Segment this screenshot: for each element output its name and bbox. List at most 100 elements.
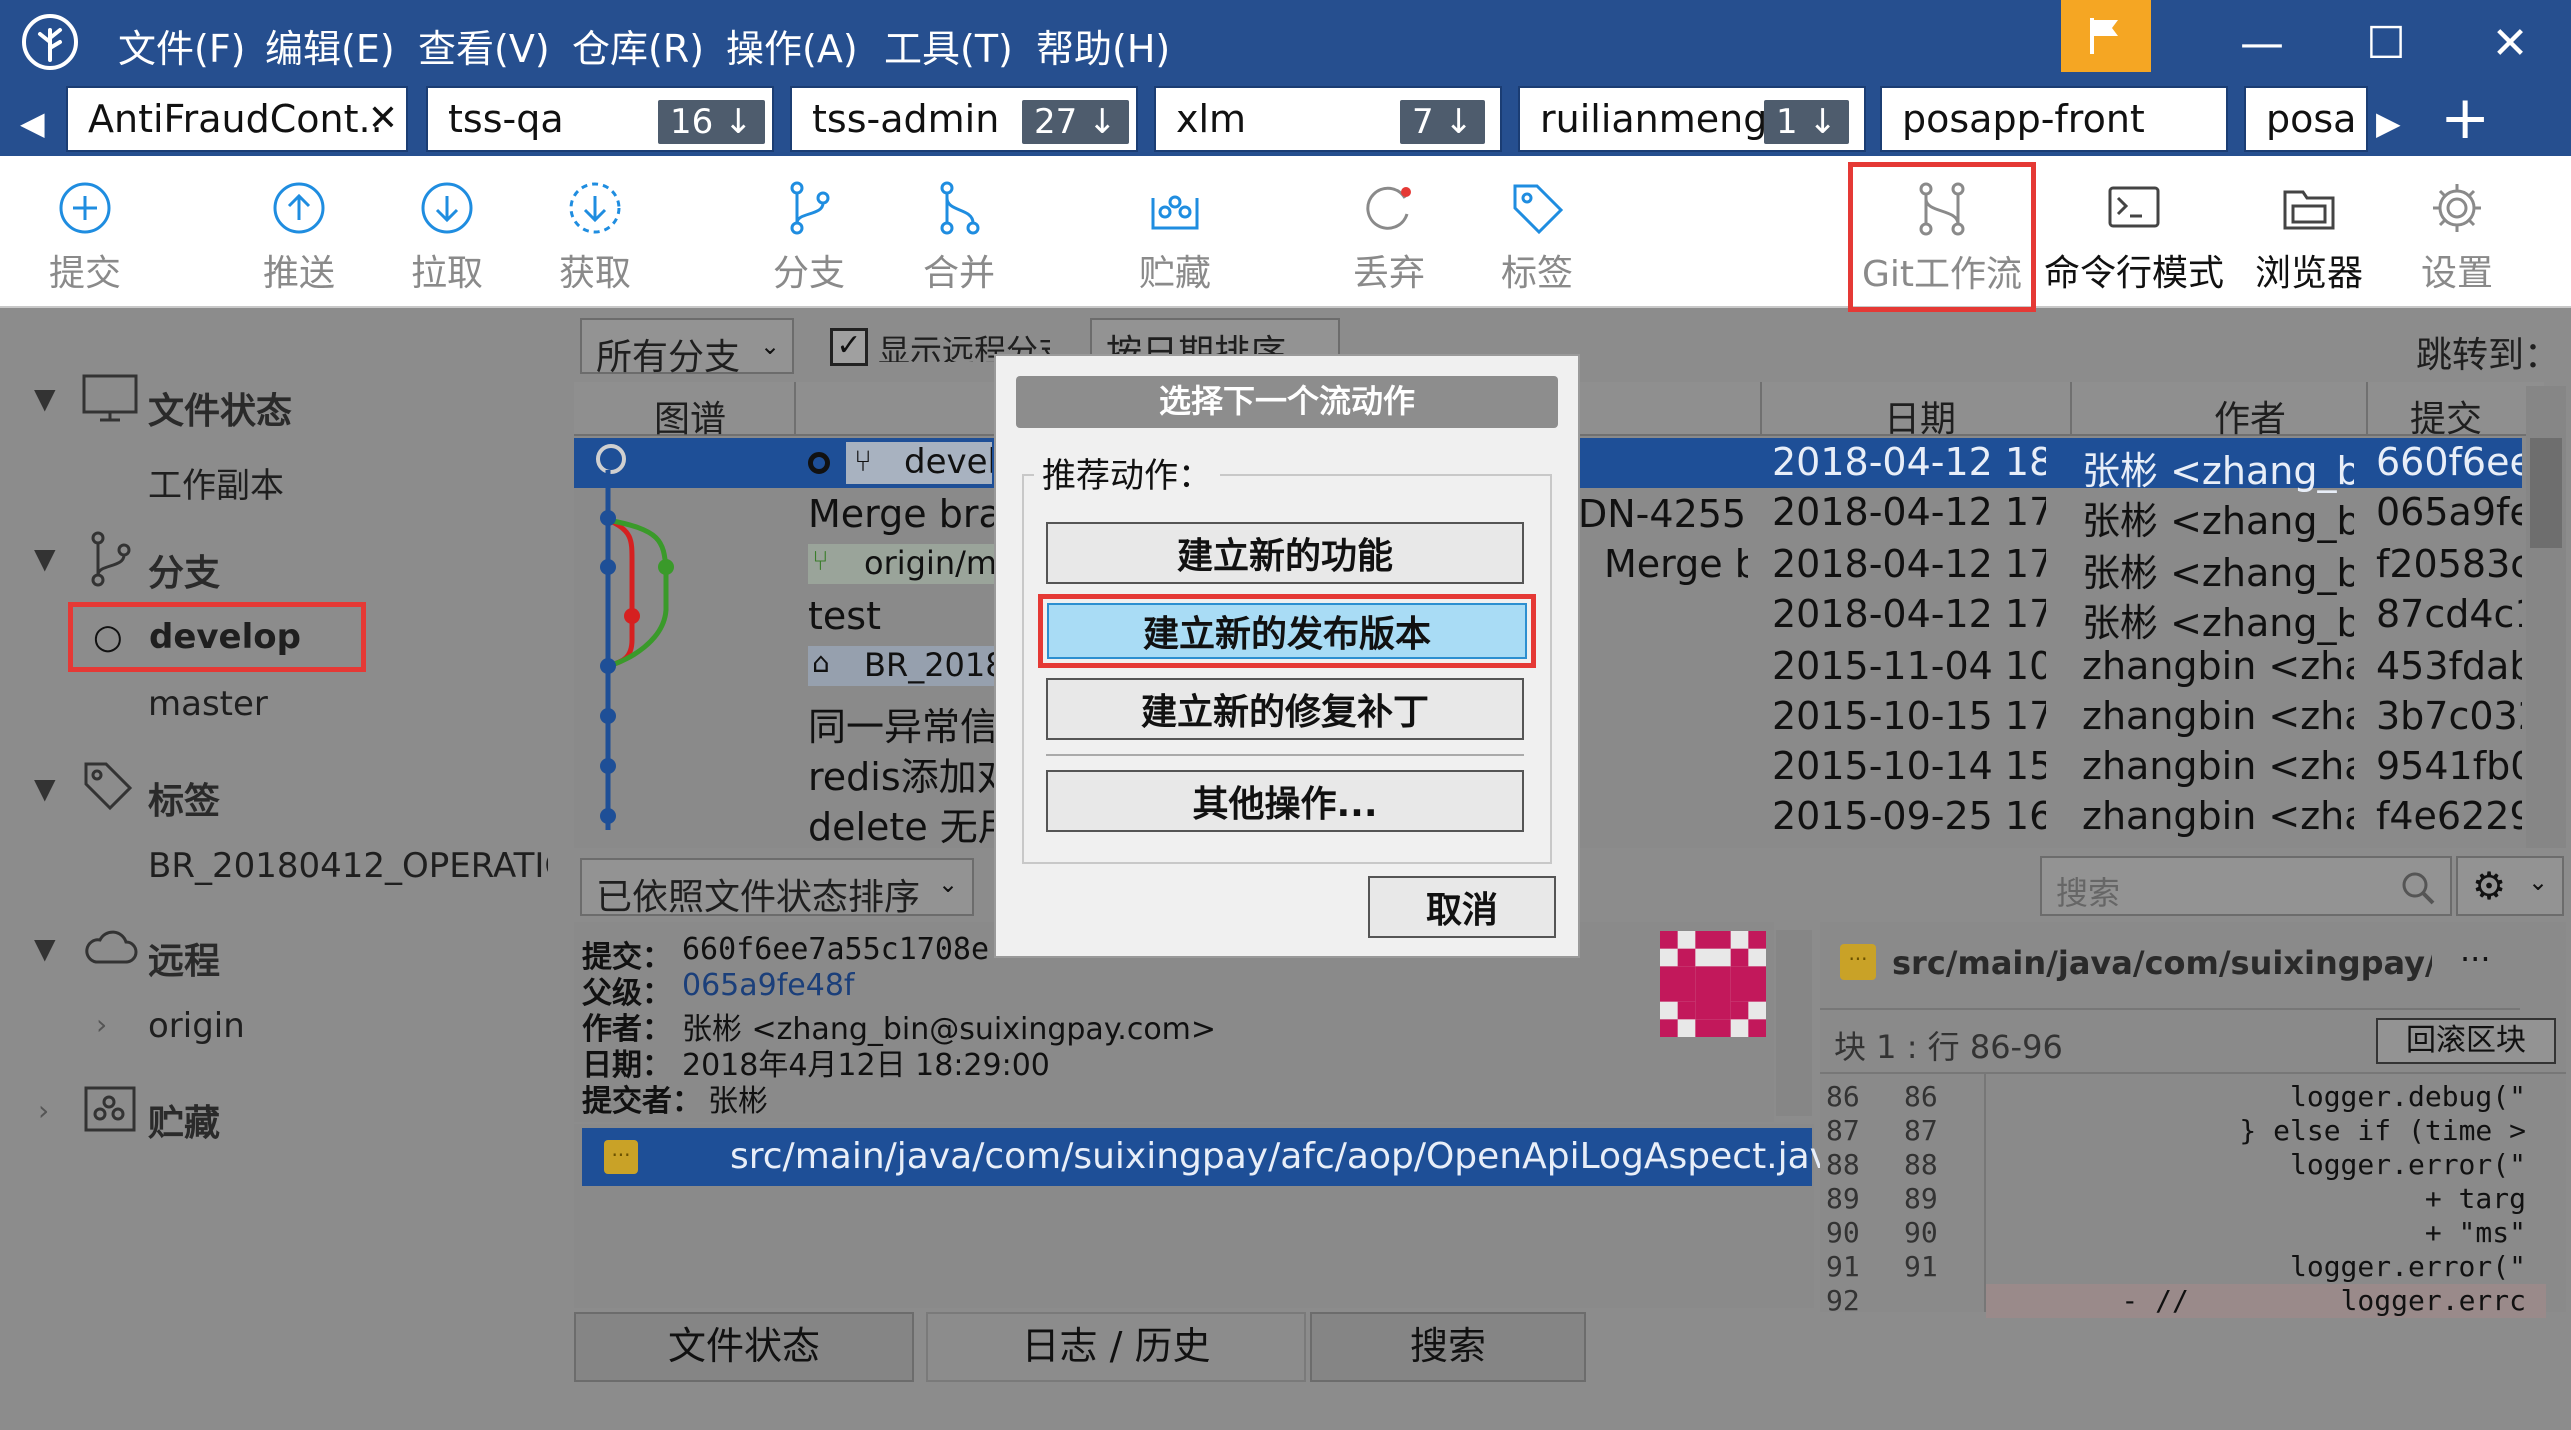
branch-icon xyxy=(790,181,830,235)
behind-count-badge: 1 ↓ xyxy=(1764,100,1849,144)
chevron-down-icon[interactable]: ▼ xyxy=(34,382,56,415)
sidebar-item-develop[interactable]: ○ develop xyxy=(68,602,366,672)
start-feature-button[interactable]: 建立新的功能 xyxy=(1046,522,1524,584)
add-tab-button[interactable]: + xyxy=(2440,88,2490,148)
col-author-header[interactable]: 作者 xyxy=(2214,390,2286,442)
behind-count-badge: 27 ↓ xyxy=(1022,100,1129,144)
explorer-button[interactable]: 浏览器 xyxy=(2244,156,2374,308)
menu-view[interactable]: 查看(V) xyxy=(418,18,550,73)
menu-repository[interactable]: 仓库(R) xyxy=(572,18,704,73)
start-hotfix-button[interactable]: 建立新的修复补丁 xyxy=(1046,678,1524,740)
cancel-button[interactable]: 取消 xyxy=(1368,876,1556,938)
commit-message: Merge bran xyxy=(808,492,994,536)
sidebar-heading-branches[interactable]: 分支 xyxy=(148,544,220,596)
row-marker-icon xyxy=(596,444,626,474)
chevron-right-icon[interactable]: › xyxy=(96,1008,107,1041)
commit-date: 2015-11-04 10:1 xyxy=(1772,644,2046,688)
tab-log-history[interactable]: 日志 / 历史 xyxy=(926,1312,1306,1382)
git-flow-button[interactable]: Git工作流 xyxy=(1848,162,2036,312)
sidebar-heading-file-status[interactable]: 文件状态 xyxy=(148,382,292,434)
discard-hunk-button[interactable]: 回滚区块 xyxy=(2376,1018,2556,1064)
sidebar-heading-tags[interactable]: 标签 xyxy=(148,772,220,824)
more-options-button[interactable]: ··· xyxy=(2460,940,2491,978)
tab-antifraud[interactable]: AntiFraudCont.. ✕ xyxy=(66,86,408,152)
stash-button[interactable]: 贮藏 xyxy=(1110,156,1240,308)
git-flow-icon xyxy=(1919,182,1965,236)
scrollbar-thumb[interactable] xyxy=(2530,438,2562,548)
flag-button[interactable] xyxy=(2061,0,2151,72)
minimize-button[interactable]: — xyxy=(2200,0,2324,86)
settings-button[interactable]: 设置 xyxy=(2392,156,2522,308)
menu-help[interactable]: 帮助(H) xyxy=(1036,18,1170,73)
tab-close-icon[interactable]: ✕ xyxy=(368,98,398,139)
chevron-right-icon[interactable]: › xyxy=(38,1094,49,1127)
commit-author: zhangbin <zhar xyxy=(2082,794,2354,838)
monitor-icon xyxy=(82,374,138,422)
col-date-header[interactable]: 日期 xyxy=(1884,390,1956,442)
branch-filter-value: 所有分支 xyxy=(596,337,741,378)
menu-actions[interactable]: 操作(A) xyxy=(726,18,858,73)
tab-scroll-left-icon[interactable]: ◀ xyxy=(20,104,45,142)
pull-button[interactable]: 拉取 xyxy=(382,156,512,308)
sort-select[interactable]: 按日期排序 xyxy=(1090,318,1340,358)
sidebar-heading-remotes[interactable]: 远程 xyxy=(148,932,220,984)
jump-to-label: 跳转到： xyxy=(2416,335,2561,376)
menu-file[interactable]: 文件(F) xyxy=(118,18,246,73)
tab-ruilianmeng[interactable]: ruilianmeng 1 ↓ xyxy=(1518,86,1866,152)
sidebar-item-tag[interactable]: BR_20180412_OPERATION xyxy=(148,846,548,886)
commit-message: test xyxy=(808,594,881,638)
current-branch-icon: ○ xyxy=(93,617,123,657)
show-remote-checkbox[interactable]: ✓ xyxy=(830,328,868,366)
tab-xlm[interactable]: xlm 7 ↓ xyxy=(1154,86,1502,152)
commit-button[interactable]: 提交 xyxy=(20,156,150,308)
search-placeholder: 搜索 xyxy=(2056,874,2121,912)
gutter-divider xyxy=(1984,1074,1986,1312)
merge-button[interactable]: 合并 xyxy=(894,156,1024,308)
commit-hash: f20583c xyxy=(2376,542,2522,586)
changed-file-row[interactable]: ··· src/main/java/com/suixingpay/afc/aop… xyxy=(582,1128,1853,1186)
start-release-button[interactable]: 建立新的发布版本 xyxy=(1047,603,1527,659)
tab-tss-qa[interactable]: tss-qa 16 ↓ xyxy=(426,86,774,152)
other-actions-button[interactable]: 其他操作... xyxy=(1046,770,1524,832)
chevron-down-icon[interactable]: ▼ xyxy=(34,542,56,575)
remote-branch-label: ⑂ origin/ma xyxy=(808,544,994,584)
tab-posapp-front[interactable]: posapp-front xyxy=(1880,86,2228,152)
terminal-button[interactable]: 命令行模式 xyxy=(2044,156,2224,308)
commit-author: 张彬 <zhang_bin xyxy=(2082,601,2354,645)
close-button[interactable]: ✕ xyxy=(2448,0,2571,86)
sidebar-item-master[interactable]: master xyxy=(148,684,268,724)
search-input[interactable]: 搜索 xyxy=(2040,856,2452,916)
sort-value: 按日期排序 xyxy=(1106,333,1287,358)
main-toolbar: 提交 推送 拉取 获取 分支 合并 贮藏 丢弃 标签 Git工作流 命令行模式 xyxy=(0,156,2571,312)
commit-hash: 660f6ee xyxy=(2376,440,2522,484)
branch-button[interactable]: 分支 xyxy=(744,156,874,308)
tab-scroll-right-icon[interactable]: ▶ xyxy=(2376,104,2401,142)
col-commit-header[interactable]: 提交 xyxy=(2410,390,2482,442)
push-button[interactable]: 推送 xyxy=(234,156,364,308)
parent-link[interactable]: 065a9fe48f xyxy=(682,968,855,1003)
discard-button[interactable]: 丢弃 xyxy=(1324,156,1454,308)
sidebar-item-origin[interactable]: origin xyxy=(148,1006,245,1046)
sidebar-item-working-copy[interactable]: 工作副本 xyxy=(148,458,284,507)
log-scrollbar[interactable] xyxy=(2526,386,2566,848)
chevron-down-icon[interactable]: ▼ xyxy=(34,932,56,965)
diff-file-path: src/main/java/com/suixingpay/afc xyxy=(1892,944,2432,982)
detail-scrollbar[interactable] xyxy=(1776,930,1812,1116)
menu-edit[interactable]: 编辑(E) xyxy=(265,18,395,73)
tag-button[interactable]: 标签 xyxy=(1472,156,1602,308)
col-graph-header[interactable]: 图谱 xyxy=(654,390,726,442)
fetch-button[interactable]: 获取 xyxy=(530,156,660,308)
tab-search[interactable]: 搜索 xyxy=(1310,1312,1586,1382)
commit-hash: 065a9fe xyxy=(2376,490,2522,534)
chevron-down-icon[interactable]: ▼ xyxy=(34,772,56,805)
maximize-button[interactable]: ☐ xyxy=(2324,0,2448,86)
file-sort-select[interactable]: 已依照文件状态排序 ⌄ xyxy=(580,858,974,918)
branch-filter-select[interactable]: 所有分支 ⌄ xyxy=(580,318,794,378)
view-options-button[interactable]: ⚙ ⌄ xyxy=(2456,856,2564,916)
tab-file-status[interactable]: 文件状态 xyxy=(574,1312,914,1382)
tab-posa[interactable]: posa xyxy=(2244,86,2368,152)
sidebar-heading-stashes[interactable]: 贮藏 xyxy=(148,1094,220,1146)
menu-tools[interactable]: 工具(T) xyxy=(884,18,1013,73)
commit-hash: 453fdab xyxy=(2376,644,2522,688)
tab-tss-admin[interactable]: tss-admin 27 ↓ xyxy=(790,86,1138,152)
